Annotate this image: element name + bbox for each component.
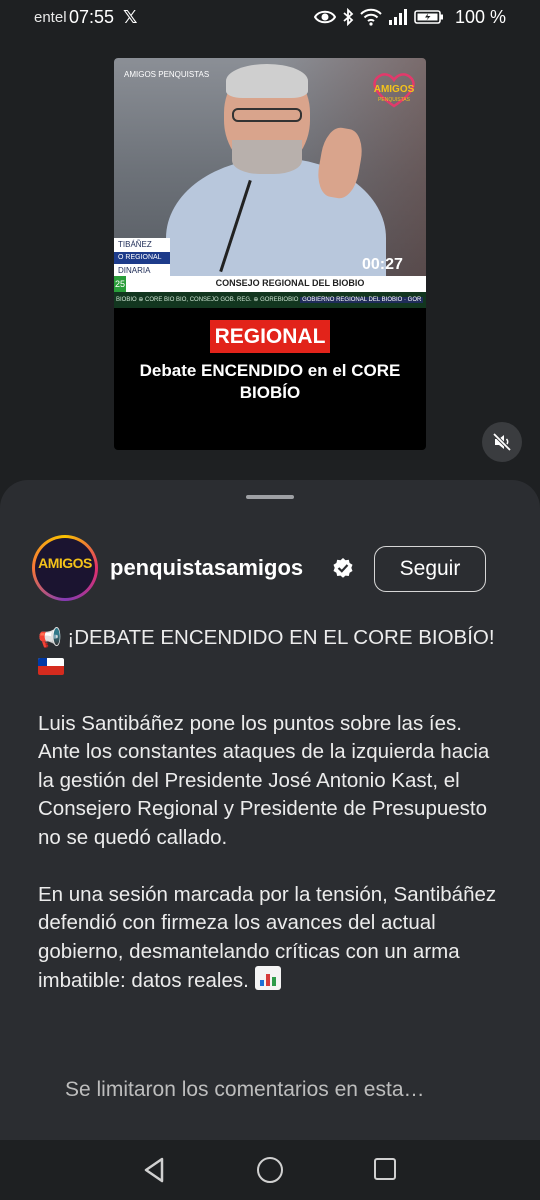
navigation-bar <box>0 1140 540 1200</box>
signal-icon <box>389 9 407 25</box>
avatar-text: AMIGOS <box>38 555 92 571</box>
megaphone-icon: 📢 <box>38 627 62 649</box>
video-frame: AMIGOS PENQUISTAS AMIGOS PENQUISTAS TIBÁ… <box>114 58 426 308</box>
username[interactable]: penquistasamigos <box>110 555 303 581</box>
council-badge: 25 <box>114 276 126 292</box>
comments-limited-notice: Se limitaron los comentarios en esta… <box>65 1078 425 1101</box>
caption-paragraph: 📢 ¡DEBATE ENCENDIDO EN EL CORE BIOBÍO! <box>38 624 508 681</box>
council-label: CONSEJO REGIONAL DEL BIOBIO <box>215 278 365 288</box>
video-watermark: AMIGOS PENQUISTAS <box>124 70 210 79</box>
battery-icon <box>414 10 443 24</box>
status-bar: entel 07:55 𝕏 100 % <box>0 0 540 36</box>
recents-square-icon[interactable] <box>374 1158 396 1180</box>
back-triangle-icon[interactable] <box>143 1157 165 1183</box>
lower-third-name: TIBÁÑEZ <box>114 238 170 252</box>
mute-button[interactable] <box>482 422 522 462</box>
amigos-penquistas-logo: AMIGOS PENQUISTAS <box>373 73 415 108</box>
drag-handle[interactable] <box>246 495 294 499</box>
regional-tag: REGIONAL <box>210 320 330 353</box>
post-caption: 📢 ¡DEBATE ENCENDIDO EN EL CORE BIOBÍO! L… <box>38 624 508 996</box>
bar-chart-icon <box>254 966 281 990</box>
home-circle-icon[interactable] <box>257 1157 283 1183</box>
post-sheet: AMIGOS penquistasamigos Seguir 📢 ¡DEBATE… <box>0 480 540 1140</box>
video-headline: Debate ENCENDIDO en el CORE BIOBÍO <box>139 361 401 402</box>
caption-paragraph: Luis Santibáñez pone los puntos sobre la… <box>38 711 490 849</box>
logo-subtext: PENQUISTAS <box>378 97 411 103</box>
status-icons <box>314 6 444 28</box>
carrier-label: entel <box>34 9 67 26</box>
chile-flag-icon <box>38 657 64 675</box>
lower-third-role: O REGIONAL <box>114 252 170 264</box>
video-player[interactable]: AMIGOS PENQUISTAS AMIGOS PENQUISTAS TIBÁ… <box>114 58 426 450</box>
news-ticker: BIOBIO ⊕ CORE BIO BIO, CONSEJO GOB. REG.… <box>114 292 426 308</box>
muted-speaker-icon <box>492 432 512 452</box>
follow-button[interactable]: Seguir <box>374 546 486 592</box>
wifi-icon <box>360 8 382 26</box>
verified-badge-icon <box>333 558 353 578</box>
bluetooth-icon <box>343 8 354 26</box>
eye-icon <box>314 10 336 24</box>
clock: 07:55 <box>69 7 115 27</box>
avatar[interactable]: AMIGOS <box>32 535 98 601</box>
caption-paragraph: En una sesión marcada por la tensión, Sa… <box>38 882 497 993</box>
video-timer: 00:27 <box>362 256 403 273</box>
battery-percent: 100 % <box>455 7 507 27</box>
x-logo-icon: 𝕏 <box>123 7 138 27</box>
logo-text: AMIGOS <box>374 84 415 95</box>
